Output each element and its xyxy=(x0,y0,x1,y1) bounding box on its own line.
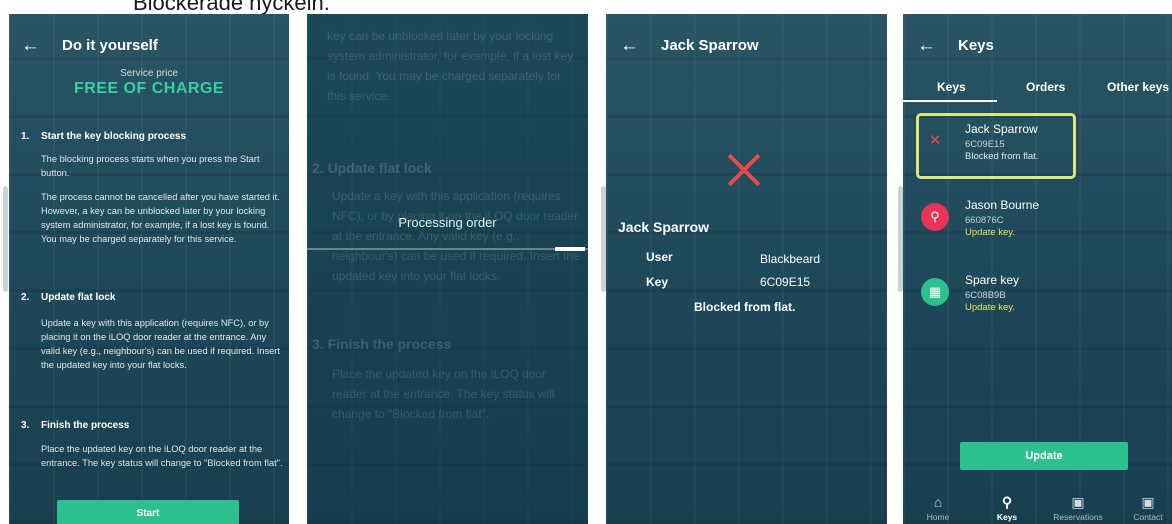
drag-handle[interactable] xyxy=(3,186,8,292)
key-value: 6C09E15 xyxy=(760,275,811,289)
bottom-nav: ⌂ Home ⚲ Keys ▣ Reservations ▣ Contact xyxy=(903,490,1172,524)
drag-handle-3[interactable] xyxy=(898,186,903,292)
keys-screen: ← Keys Keys Orders Other keys ✕ Jack Spa… xyxy=(903,14,1172,524)
user-label: User xyxy=(646,250,673,264)
faded-text-bottom: Place the updated key on the iLOQ door r… xyxy=(332,367,555,421)
section-1-text: The blocking process starts when you pre… xyxy=(41,154,260,178)
nav-label: Contact xyxy=(1133,512,1163,522)
section-3-heading: 3. Finish the process xyxy=(21,420,130,431)
faded-heading-2: 2. Update flat lock xyxy=(312,160,432,176)
key-status: Blocked from flat. xyxy=(694,300,796,314)
faded-text-mid: Update a key with this application (requ… xyxy=(332,189,580,283)
home-icon: ⌂ xyxy=(933,494,943,510)
nav-keys[interactable]: ⚲ Keys xyxy=(977,494,1037,522)
page-title: Do it yourself xyxy=(62,37,158,54)
nav-label: Keys xyxy=(996,512,1018,522)
key-status: Blocked from flat. xyxy=(965,151,1039,162)
contact-icon: ▣ xyxy=(1141,494,1155,510)
back-arrow-icon[interactable]: ← xyxy=(21,36,40,55)
key-code: 6C09E15 xyxy=(965,139,1005,150)
x-icon: ✕ xyxy=(928,132,942,149)
faded-text-top: key can be unblocked later by your locki… xyxy=(327,29,574,103)
nav-reservations[interactable]: ▣ Reservations xyxy=(1048,494,1108,522)
back-arrow-icon[interactable]: ← xyxy=(917,36,936,55)
key-icon: ⚲ xyxy=(921,203,949,231)
building-icon: ▦ xyxy=(921,278,949,306)
nav-home[interactable]: ⌂ Home xyxy=(908,494,968,522)
service-price-value: FREE OF CHARGE xyxy=(73,80,225,97)
back-arrow-icon[interactable]: ← xyxy=(620,36,639,55)
section-1-text-2: The process cannot be cancelled after yo… xyxy=(41,192,280,244)
key-code: 6C08B9B xyxy=(965,290,1006,301)
key-name: Jason Bourne xyxy=(965,198,1040,212)
nav-label: Reservations xyxy=(1053,512,1103,522)
tab-orders[interactable]: Orders xyxy=(1026,80,1065,94)
page-title: Keys xyxy=(958,37,994,54)
do-it-yourself-screen: ← Do it yourself Service price FREE OF C… xyxy=(9,14,289,524)
key-code: 660876C xyxy=(965,215,1004,226)
service-price-label: Service price xyxy=(120,68,178,79)
progress-track xyxy=(307,248,588,250)
key-name: Jack Sparrow xyxy=(965,122,1038,136)
start-button[interactable]: Start xyxy=(57,500,239,524)
tab-underline xyxy=(903,100,997,102)
progress-indicator xyxy=(555,247,585,251)
section-2-text: Update a key with this application (requ… xyxy=(41,318,280,370)
key-label: Key xyxy=(646,275,669,289)
section-2-heading: 2. Update flat lock xyxy=(21,292,116,303)
nav-label: Home xyxy=(926,512,950,522)
key-icon: ⚲ xyxy=(1001,494,1013,510)
tab-other-keys[interactable]: Other keys xyxy=(1107,80,1169,94)
section-3-text: Place the updated key on the iLOQ door r… xyxy=(41,444,283,468)
faded-heading-3: 3. Finish the process xyxy=(312,336,452,352)
update-button[interactable]: Update xyxy=(960,442,1128,470)
section-1-heading: 1. Start the key blocking process xyxy=(21,131,187,142)
key-status: Update key. xyxy=(965,227,1015,238)
tab-keys[interactable]: Keys xyxy=(937,80,966,94)
key-status: Update key. xyxy=(965,302,1015,313)
user-value: Blackbeard xyxy=(760,252,821,266)
page-title: Jack Sparrow xyxy=(661,37,759,54)
key-detail-screen: ← Jack Sparrow Jack Sparrow User Blackbe… xyxy=(606,14,887,524)
blocked-x-icon xyxy=(726,152,762,188)
nav-contact[interactable]: ▣ Contact xyxy=(1118,494,1172,522)
processing-screen: key can be unblocked later by your locki… xyxy=(307,14,588,524)
calendar-icon: ▣ xyxy=(1071,494,1085,510)
key-holder-name: Jack Sparrow xyxy=(618,219,710,235)
processing-label: Processing order xyxy=(398,215,497,230)
key-name: Spare key xyxy=(965,273,1020,287)
